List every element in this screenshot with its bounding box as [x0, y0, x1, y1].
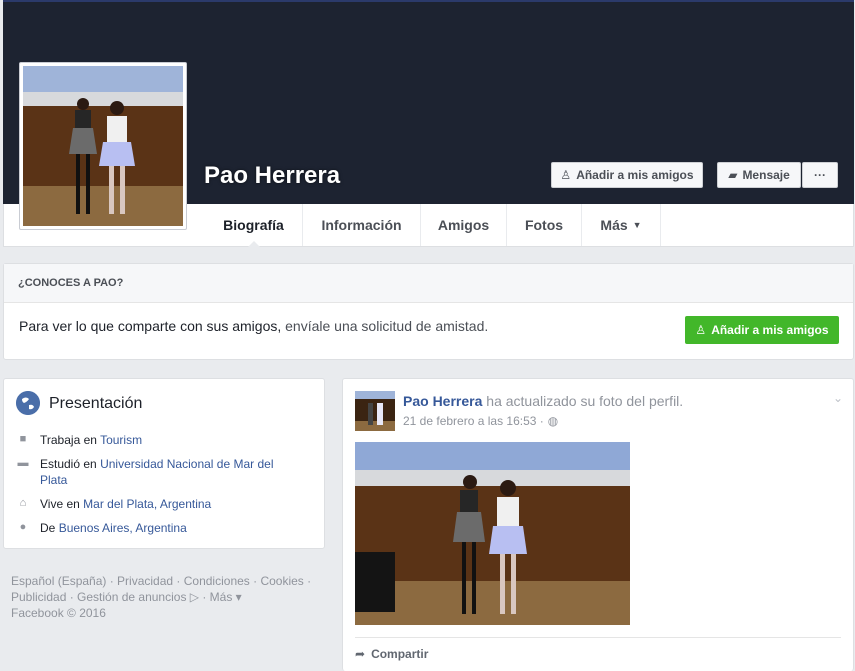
post-timestamp[interactable]: 21 de febrero a las 16:53 · [403, 414, 544, 428]
tab-biografia[interactable]: Biografía [205, 204, 303, 247]
intro-work: ■ Trabaja en Tourism [16, 432, 300, 448]
chevron-down-icon[interactable]: ⌄ [833, 391, 843, 405]
intro-from-link[interactable]: Buenos Aires, Argentina [59, 521, 187, 535]
message-button[interactable]: ▰ Mensaje [717, 162, 801, 188]
briefcase-icon: ■ [19, 433, 27, 445]
globe-icon [16, 391, 40, 415]
school-icon: ▬ [17, 457, 29, 469]
more-options-icon: ··· [814, 168, 826, 182]
post-card: Pao Herrera ha actualizado su foto del p… [342, 378, 854, 671]
post-author-avatar[interactable] [355, 391, 395, 431]
profile-photo-image [23, 66, 183, 226]
profile-photo[interactable] [19, 62, 187, 230]
add-friend-button[interactable]: ♙ Añadir a mis amigos [551, 162, 703, 188]
tab-fotos[interactable]: Fotos [507, 204, 582, 246]
public-globe-icon: ◍ [547, 414, 559, 428]
share-label: Compartir [371, 647, 429, 661]
post-date: 21 de febrero a las 16:53 · ◍ [403, 414, 558, 428]
tab-amigos[interactable]: Amigos [421, 204, 507, 246]
add-friend-icon: ♙ [695, 323, 707, 337]
know-text: Para ver lo que comparte con sus amigos,… [19, 318, 488, 334]
intro-study-prefix: Estudió en [40, 457, 97, 471]
intro-card: Presentación ■ Trabaja en Tourism ▬ Estu… [3, 378, 325, 549]
more-options-button[interactable]: ··· [802, 162, 838, 188]
tab-mas-label: Más [600, 217, 628, 233]
footer-links-1[interactable]: Español (España) · Privacidad · Condicio… [11, 573, 331, 589]
share-icon: ➦ [355, 647, 366, 661]
intro-from-prefix: De [40, 521, 56, 535]
add-friend-green-label: Añadir a mis amigos [711, 323, 829, 337]
location-pin-icon: ● [19, 521, 27, 533]
intro-work-link[interactable]: Tourism [100, 433, 142, 447]
intro-lives: ⌂ Vive en Mar del Plata, Argentina [16, 496, 300, 512]
post-header: Pao Herrera ha actualizado su foto del p… [403, 393, 683, 409]
profile-name[interactable]: Pao Herrera [204, 162, 340, 190]
message-icon: ▰ [728, 168, 738, 182]
intro-lives-link[interactable]: Mar del Plata, Argentina [83, 497, 211, 511]
add-friend-green-button[interactable]: ♙ Añadir a mis amigos [685, 316, 839, 344]
add-friend-icon: ♙ [560, 168, 572, 182]
intro-work-prefix: Trabaja en [40, 433, 97, 447]
intro-title: Presentación [49, 395, 143, 412]
home-icon: ⌂ [19, 497, 27, 509]
footer-links-2[interactable]: Publicidad · Gestión de anuncios ▷ · Más… [11, 589, 331, 605]
tab-mas[interactable]: Más ▼ [582, 204, 661, 246]
footer-copyright: Facebook © 2016 [11, 606, 106, 620]
post-author-name[interactable]: Pao Herrera [403, 393, 482, 409]
post-action-text: ha actualizado su foto del perfil. [486, 393, 684, 409]
know-card: ¿CONOCES A PAO? Para ver lo que comparte… [3, 263, 854, 360]
caret-down-icon: ▼ [632, 220, 642, 230]
intro-lives-prefix: Vive en [40, 497, 80, 511]
message-label: Mensaje [742, 168, 790, 182]
share-button[interactable]: ➦ Compartir [355, 637, 841, 670]
add-friend-label: Añadir a mis amigos [576, 168, 694, 182]
tab-informacion[interactable]: Información [303, 204, 421, 246]
page-footer: Español (España) · Privacidad · Condicio… [11, 573, 331, 621]
post-photo[interactable] [355, 442, 630, 625]
intro-from: ● De Buenos Aires, Argentina [16, 520, 300, 536]
know-text-secondary: envíale una solicitud de amistad. [285, 318, 489, 334]
intro-study: ▬ Estudió en Universidad Nacional de Mar… [16, 456, 300, 488]
know-header: ¿CONOCES A PAO? [4, 264, 853, 303]
know-text-main: Para ver lo que comparte con sus amigos, [19, 318, 282, 334]
